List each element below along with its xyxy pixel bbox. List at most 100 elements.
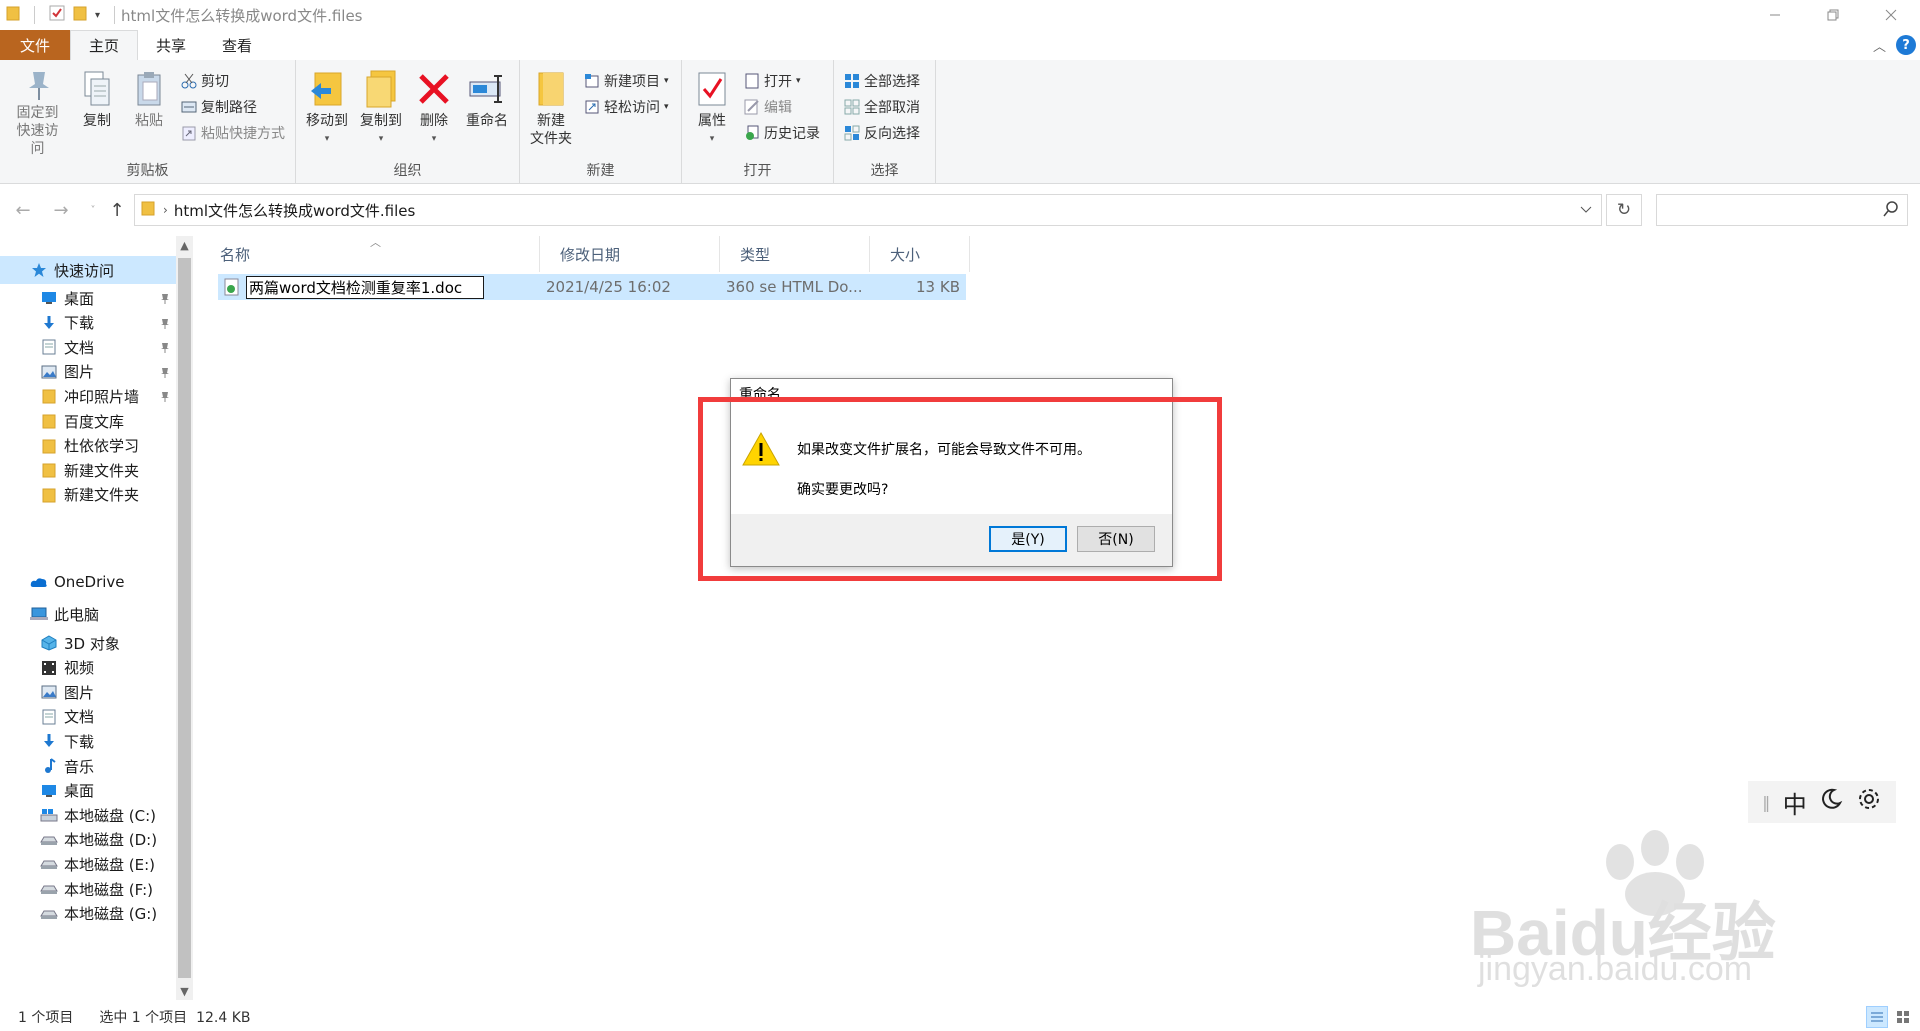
pin-icon[interactable]	[160, 316, 170, 334]
breadcrumb-chevron-icon[interactable]: ›	[163, 203, 168, 217]
scroll-up-icon[interactable]: ▲	[176, 236, 193, 254]
restore-button[interactable]	[1804, 0, 1862, 30]
pin-to-quick-access-button[interactable]: 固定到 快速访问	[4, 66, 71, 160]
breadcrumb-current-folder[interactable]: html文件怎么转换成word文件.files	[174, 200, 415, 221]
address-bar[interactable]: › html文件怎么转换成word文件.files	[134, 194, 1602, 226]
table-row[interactable]: 两篇word文档检测重复率1.doc 2021/4/25 16:02 360 s…	[218, 274, 966, 300]
folder-icon	[6, 5, 20, 25]
paste-shortcut-button[interactable]: 粘贴快捷方式	[181, 122, 285, 144]
collapse-ribbon-icon[interactable]: ︿	[1873, 36, 1886, 55]
new-folder-button[interactable]: 新建 文件夹	[524, 66, 578, 160]
column-header-name[interactable]: ︿ 名称	[200, 236, 540, 272]
column-size-label: 大小	[890, 245, 921, 264]
tab-view[interactable]: 查看	[204, 30, 270, 60]
sidebar-item-label: 本地磁盘 (G:)	[64, 905, 158, 924]
sidebar-item-label: 图片	[64, 683, 95, 702]
open-small-buttons: 打开 ▾ 编辑 历史记录	[738, 66, 826, 160]
copy-path-button[interactable]: 复制路径	[181, 96, 285, 118]
select-all-button[interactable]: 全部选择	[844, 70, 920, 92]
paste-button[interactable]: 粘贴	[123, 66, 175, 160]
copy-button[interactable]: 复制	[71, 66, 123, 160]
scrollbar-thumb[interactable]	[178, 258, 191, 978]
large-icons-view-icon[interactable]	[1892, 1006, 1914, 1028]
desktop-icon	[40, 783, 58, 799]
minimize-button[interactable]	[1746, 0, 1804, 30]
details-view-icon[interactable]	[1866, 1006, 1888, 1028]
forward-arrow-icon[interactable]: →	[46, 195, 76, 225]
tab-file[interactable]: 文件	[0, 30, 71, 60]
gear-icon[interactable]	[1856, 786, 1882, 818]
pin-icon[interactable]	[160, 389, 170, 407]
nav-this-pc[interactable]: 此电脑	[0, 600, 176, 628]
copy-to-button[interactable]: 复制到 ▾	[354, 66, 408, 160]
pin-icon[interactable]	[160, 340, 170, 358]
pin-icon[interactable]	[160, 291, 170, 309]
open-button[interactable]: 打开 ▾	[744, 70, 820, 92]
cut-button[interactable]: 剪切	[181, 70, 285, 92]
properties-check-icon	[692, 68, 732, 110]
view-switcher	[1866, 1006, 1914, 1028]
tab-share[interactable]: 共享	[138, 30, 204, 60]
sidebar-item-pc-11[interactable]: 本地磁盘 (G:)	[0, 900, 176, 928]
sidebar-item-label: 桌面	[64, 289, 95, 308]
help-icon[interactable]: ?	[1896, 35, 1916, 55]
copy-to-icon	[361, 68, 401, 110]
tab-home[interactable]: 主页	[70, 30, 139, 60]
search-input[interactable]	[1656, 194, 1908, 226]
new-item-label: 新建项目	[604, 74, 660, 90]
sidebar-item-label: 新建文件夹	[64, 486, 140, 505]
rename-button[interactable]: 重命名	[460, 66, 514, 160]
sidebar-item-label: 文档	[64, 708, 95, 727]
divider	[34, 6, 35, 24]
paste-shortcut-label: 粘贴快捷方式	[201, 126, 285, 142]
properties-icon[interactable]	[49, 5, 65, 25]
close-button[interactable]	[1862, 0, 1920, 30]
column-header-modified[interactable]: 修改日期	[540, 236, 720, 272]
clipboard-small-buttons: 剪切 复制路径 粘贴快捷方式	[175, 66, 291, 160]
invert-selection-button[interactable]: 反向选择	[844, 122, 920, 144]
nav-scrollbar[interactable]: ▲ ▼	[176, 236, 193, 1000]
select-none-icon	[844, 99, 860, 115]
customize-toolbar-icon[interactable]: ▾	[95, 10, 100, 21]
select-none-button[interactable]: 全部取消	[844, 96, 920, 118]
column-header-size[interactable]: 大小	[870, 236, 970, 272]
back-arrow-icon[interactable]: ←	[8, 195, 38, 225]
delete-button[interactable]: 删除 ▾	[408, 66, 460, 160]
easy-access-button[interactable]: 轻松访问 ▾	[584, 96, 669, 118]
status-bar: 1 个项目 选中 1 个项目 12.4 KB	[0, 1003, 1920, 1031]
ime-language-toggle[interactable]: 中	[1783, 785, 1807, 820]
ime-drag-handle[interactable]: ‖	[1762, 793, 1770, 812]
copy-path-icon	[181, 99, 197, 115]
column-header-type[interactable]: 类型	[720, 236, 870, 272]
up-arrow-icon[interactable]: ↑	[102, 195, 132, 225]
dropdown-caret-icon: ▾	[664, 102, 669, 112]
sidebar-item-label: 视频	[64, 659, 95, 678]
rename-text-field[interactable]: 两篇word文档检测重复率1.doc	[246, 276, 484, 299]
moon-icon[interactable]	[1819, 787, 1843, 817]
search-icon	[1883, 201, 1899, 221]
nav-quick-access[interactable]: 快速访问	[0, 256, 176, 284]
properties-button[interactable]: 属性 ▾	[686, 66, 738, 160]
new-folder-icon[interactable]	[73, 5, 87, 25]
edit-icon	[744, 99, 760, 115]
pin-icon[interactable]	[160, 365, 170, 383]
ribbon: 固定到 快速访问 复制 粘贴 剪切 复制路径 粘贴快捷方式 剪贴板 移动到 ▾ …	[0, 60, 1920, 184]
sidebar-item-quick-8[interactable]: 新建文件夹	[0, 481, 176, 509]
new-item-button[interactable]: 新建项目 ▾	[584, 70, 669, 92]
move-to-button[interactable]: 移动到 ▾	[300, 66, 354, 160]
sidebar-item-label: 冲印照片墙	[64, 387, 140, 406]
nav-onedrive[interactable]: OneDrive	[0, 568, 176, 596]
chevron-down-icon[interactable]	[1571, 195, 1601, 225]
navigation-bar: ← → ˅ ↑ › html文件怎么转换成word文件.files ↻	[0, 184, 1920, 236]
sidebar-item-label: 本地磁盘 (D:)	[64, 831, 158, 850]
refresh-icon[interactable]: ↻	[1606, 194, 1642, 226]
folder-icon	[40, 438, 58, 454]
3d-objects-icon	[40, 635, 58, 651]
sidebar-item-label: 本地磁盘 (C:)	[64, 806, 156, 825]
open-doc-icon	[744, 73, 760, 89]
scroll-down-icon[interactable]: ▼	[176, 982, 193, 1000]
dropdown-caret-icon: ▾	[324, 134, 330, 144]
navigation-pane: 快速访问 桌面 下载 文档 图片 冲印照片墙 百度文库 杜依依学习 新建文件夹 新建文件夹 On…	[0, 236, 176, 1000]
history-button[interactable]: 历史记录	[744, 122, 820, 144]
edit-button[interactable]: 编辑	[744, 96, 820, 118]
